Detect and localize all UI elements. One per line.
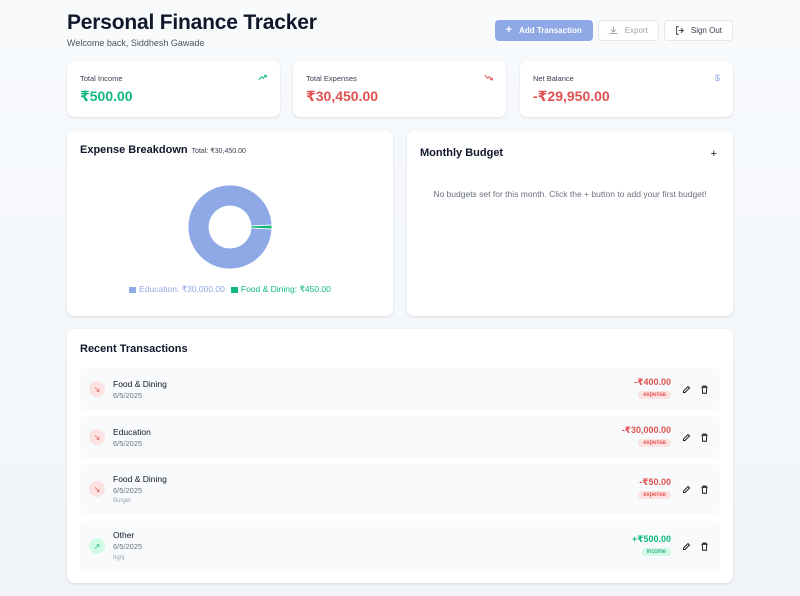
expense-breakdown-card: Expense Breakdown Total: ₹30,450.00 Educ…: [67, 131, 393, 316]
stat-value: ₹30,450.00: [306, 88, 379, 104]
logout-icon: [675, 26, 684, 35]
budget-title: Monthly Budget: [420, 147, 504, 159]
stat-value: ₹500.00: [80, 88, 133, 104]
page-header: Personal Finance Tracker Welcome back, S…: [67, 11, 317, 48]
transaction-type-badge: income: [641, 548, 671, 556]
net-balance-card: Net Balance -₹29,950.00 $: [520, 61, 733, 117]
sign-out-button[interactable]: Sign Out: [663, 20, 733, 41]
donut-slice-food-dining: [250, 224, 273, 230]
export-label: Export: [624, 26, 648, 35]
trash-icon[interactable]: [699, 384, 709, 394]
edit-icon[interactable]: [681, 432, 691, 442]
trending-up-icon: ↗: [89, 538, 105, 554]
legend-item-food: Food & Dining: ₹450.00: [230, 284, 331, 295]
stat-label: Total Expenses: [306, 74, 357, 83]
edit-icon[interactable]: [681, 541, 691, 551]
transaction-amount: -₹50.00: [639, 477, 671, 487]
transaction-type-badge: expense: [638, 491, 671, 499]
trash-icon[interactable]: [699, 484, 709, 494]
trending-down-icon: ↘: [89, 381, 105, 397]
transaction-category: Food & Dining: [113, 474, 167, 484]
transaction-row: ↘ Education 6/5/2025 -₹30,000.00 expense: [80, 416, 720, 458]
transaction-category: Other: [113, 530, 135, 540]
transaction-row: ↘ Food & Dining 6/5/2025 -₹400.00 expens…: [80, 368, 720, 410]
legend-label: Education: ₹30,000.00: [139, 284, 225, 294]
page-title: Personal Finance Tracker: [67, 11, 317, 34]
trash-icon[interactable]: [699, 432, 709, 442]
transaction-row: ↘ Food & Dining 6/5/2025 Burger -₹50.00 …: [80, 464, 720, 514]
add-budget-button[interactable]: +: [711, 148, 717, 160]
plus-icon: +: [505, 24, 513, 36]
add-transaction-label: Add Transaction: [519, 26, 582, 35]
header-actions: + Add Transaction Export Sign Out: [494, 20, 733, 41]
stat-label: Total Income: [80, 74, 123, 83]
legend-swatch: [230, 286, 238, 293]
expense-donut-chart: [187, 184, 273, 270]
legend-label: Food & Dining: ₹450.00: [240, 284, 331, 294]
sign-out-label: Sign Out: [690, 26, 722, 35]
transaction-date: 6/5/2025: [113, 391, 143, 400]
transaction-amount: -₹400.00: [634, 377, 671, 387]
add-transaction-button[interactable]: + Add Transaction: [494, 20, 593, 41]
monthly-budget-card: Monthly Budget + No budgets set for this…: [407, 131, 733, 316]
transaction-amount: -₹30,000.00: [621, 425, 671, 435]
legend-swatch: [129, 286, 137, 293]
recent-transactions-card: Recent Transactions ↘ Food & Dining 6/5/…: [67, 329, 733, 583]
edit-icon[interactable]: [681, 384, 691, 394]
dollar-icon: $: [714, 73, 720, 83]
transaction-note: hgnj: [113, 555, 125, 561]
transaction-type-badge: expense: [638, 391, 671, 399]
trash-icon[interactable]: [699, 541, 709, 551]
stat-label: Net Balance: [533, 74, 574, 83]
transaction-date: 6/5/2025: [113, 542, 143, 551]
transaction-type-badge: expense: [638, 439, 671, 447]
breakdown-title: Expense Breakdown: [80, 144, 188, 156]
transaction-row: ↗ Other 6/5/2025 hgnj +₹500.00 income: [80, 521, 720, 571]
trending-down-icon: ↘: [89, 429, 105, 445]
transaction-note: Burger: [113, 498, 132, 504]
export-button[interactable]: Export: [597, 20, 659, 41]
edit-icon[interactable]: [681, 484, 691, 494]
transactions-title: Recent Transactions: [80, 343, 188, 355]
chart-legend: Education: ₹30,000.00 Food & Dining: ₹45…: [67, 284, 393, 295]
trending-up-icon: [258, 74, 267, 81]
trending-down-icon: ↘: [89, 481, 105, 497]
transaction-amount: +₹500.00: [631, 534, 671, 544]
total-expenses-card: Total Expenses ₹30,450.00: [293, 61, 506, 117]
breakdown-total: Total: ₹30,450.00: [191, 148, 246, 155]
stat-value: -₹29,950.00: [533, 88, 610, 104]
transaction-category: Food & Dining: [113, 379, 167, 389]
total-income-card: Total Income ₹500.00: [67, 61, 280, 117]
welcome-text: Welcome back, Siddhesh Gawade: [67, 38, 205, 48]
transaction-category: Education: [113, 427, 151, 437]
transaction-date: 6/5/2025: [113, 486, 143, 495]
trending-down-icon: [484, 74, 493, 81]
legend-item-education: Education: ₹30,000.00: [129, 284, 225, 295]
transaction-date: 6/5/2025: [113, 439, 143, 448]
download-icon: [609, 26, 617, 34]
budget-empty-text: No budgets set for this month. Click the…: [433, 189, 707, 199]
